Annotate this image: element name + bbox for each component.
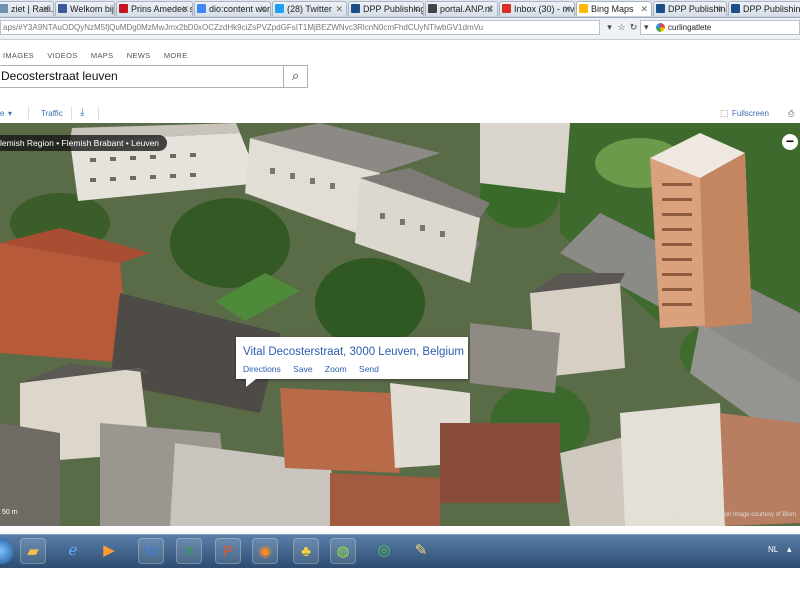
browser-tab-strip: ziet | Radi...✕ Welkom bij Fac... Prins … — [0, 0, 800, 18]
windows-taskbar: ▰ ℯ ▶ W X P ◉ ♣ ◍ ◎ ✎ NL ▴ — [0, 534, 800, 568]
divider — [98, 107, 99, 120]
tab-bing-maps[interactable]: Bing Maps ✕ — [576, 1, 652, 16]
excel-icon[interactable]: X — [176, 538, 202, 564]
firefox-icon[interactable]: ◉ — [252, 538, 278, 564]
word-icon[interactable]: W — [138, 538, 164, 564]
language-indicator[interactable]: NL — [768, 545, 778, 554]
traffic-button[interactable]: Traffic — [41, 109, 63, 118]
close-tab-icon[interactable]: ✕ — [259, 2, 267, 16]
infobox-pointer — [246, 379, 256, 387]
tab-anp-portal[interactable]: portal.ANP.nl ✕ — [425, 1, 498, 16]
tab-dpp-publishing-1[interactable]: DPP Publishing ...✕ — [348, 1, 424, 16]
close-tab-icon[interactable]: ✕ — [640, 2, 648, 16]
bing-icon — [579, 4, 588, 13]
start-button-icon[interactable] — [0, 538, 14, 564]
address-bar: aps/#Y3A9NTAuODQyNzM5fjQuMDg0MzMwJmx2bD0… — [0, 18, 800, 40]
view-dropdown-icon[interactable]: ▾ — [8, 109, 12, 118]
send-link[interactable]: Send — [359, 364, 379, 374]
close-tab-icon[interactable]: ✕ — [42, 2, 50, 16]
divider — [28, 107, 29, 120]
aerial-map[interactable]: lemish Region • Flemish Brabant • Leuven… — [0, 123, 800, 526]
nav-images[interactable]: IMAGES — [3, 51, 34, 60]
map-view-selector[interactable]: e — [0, 109, 4, 118]
download-icon[interactable]: ⤓ — [80, 107, 84, 118]
close-tab-icon[interactable]: ✕ — [335, 2, 343, 16]
paint-icon[interactable]: ✎ — [408, 538, 434, 564]
pin-icon[interactable]: ♣ — [293, 538, 319, 564]
nav-more[interactable]: MORE — [164, 51, 188, 60]
tab-label: (28) Twitter — [287, 4, 332, 14]
divider — [71, 107, 72, 120]
location-infobox: Vital Decosterstraat, 3000 Leuven, Belgi… — [236, 337, 468, 387]
ie-icon[interactable]: ℯ — [60, 538, 86, 564]
map-copyright: © 2012 Microsoft Corporation Image court… — [652, 512, 796, 518]
zoom-link[interactable]: Zoom — [325, 364, 347, 374]
save-link[interactable]: Save — [293, 364, 312, 374]
close-tab-icon[interactable]: ✕ — [181, 2, 189, 16]
tab-twitter[interactable]: (28) Twitter ✕ — [272, 1, 347, 16]
tab-facebook[interactable]: Welkom bij Fac... — [55, 1, 115, 16]
anp-icon — [428, 4, 437, 13]
tab-inbox[interactable]: Inbox (30) - mv... ✕ — [499, 1, 575, 16]
infobox-title[interactable]: Vital Decosterstraat, 3000 Leuven, Belgi… — [243, 346, 464, 358]
close-tab-icon[interactable]: ✕ — [715, 2, 723, 16]
dpp-icon — [656, 4, 665, 13]
bing-nav-links: IMAGES VIDEOS MAPS NEWS MORE — [3, 51, 199, 60]
tab-label: DPP Publishing ... — [743, 4, 800, 14]
close-tab-icon[interactable]: ✕ — [486, 2, 494, 16]
twitter-icon — [275, 4, 284, 13]
tab-dpp-publishing-2[interactable]: DPP Publishing ...✕ — [653, 1, 727, 16]
aerial-imagery — [0, 123, 800, 526]
news-icon — [119, 4, 128, 13]
map-scale: 50 m — [2, 509, 18, 516]
search-icon: ⌕ — [291, 68, 300, 83]
radio-icon — [0, 4, 8, 13]
tab-prins-amedeo[interactable]: Prins Amedeo st...✕ — [116, 1, 193, 16]
gmail-icon — [502, 4, 511, 13]
tab-content-work[interactable]: dio:content work ✕ — [194, 1, 271, 16]
dpp-icon — [731, 4, 740, 13]
tab-label: Bing Maps — [591, 4, 634, 14]
search-button[interactable]: ⌕ — [284, 65, 308, 88]
spotify-icon[interactable]: ◎ — [371, 538, 397, 564]
messenger-icon[interactable]: ◍ — [330, 538, 356, 564]
close-tab-icon[interactable]: ✕ — [563, 2, 571, 16]
tray-arrow-icon[interactable]: ▴ — [787, 544, 797, 556]
reload-icon[interactable]: ↻ — [627, 21, 640, 34]
folder-icon[interactable]: ▰ — [20, 538, 46, 564]
fullscreen-icon[interactable]: ⬚ — [720, 108, 729, 119]
map-toolbar: e ▾ Traffic ⤓ ⬚ Fullscreen ⎙ — [0, 104, 800, 123]
tab-radio[interactable]: ziet | Radi... ✕ — [0, 1, 54, 16]
zoom-out-icon[interactable]: − — [782, 134, 798, 150]
fullscreen-button[interactable]: Fullscreen — [732, 109, 769, 118]
url-field[interactable]: aps/#Y3A9NTAuODQyNzM5fjQuMDg0MzMwJmx2bD0… — [0, 20, 600, 35]
nav-maps[interactable]: MAPS — [91, 51, 113, 60]
dpp-icon — [351, 4, 360, 13]
print-icon[interactable]: ⎙ — [788, 109, 794, 119]
google-search-engine-icon — [656, 23, 665, 32]
facebook-icon — [58, 4, 67, 13]
tab-label: portal.ANP.nl — [440, 4, 492, 14]
powerpoint-icon[interactable]: P — [215, 538, 241, 564]
infobox-actions: Directions Save Zoom Send — [243, 364, 389, 374]
browser-search-field[interactable]: ▾ curlingatlete — [640, 20, 800, 35]
nav-news[interactable]: NEWS — [127, 51, 151, 60]
search-dropdown-icon[interactable]: ▾ — [644, 21, 649, 34]
location-breadcrumb[interactable]: lemish Region • Flemish Brabant • Leuven — [0, 135, 168, 151]
tab-dpp-publishing-3[interactable]: DPP Publishing ... — [728, 1, 800, 16]
directions-link[interactable]: Directions — [243, 364, 281, 374]
media-player-icon[interactable]: ▶ — [96, 538, 122, 564]
tab-label: Welkom bij Fac... — [70, 4, 114, 14]
google-icon — [197, 4, 206, 13]
nav-videos[interactable]: VIDEOS — [47, 51, 77, 60]
browser-search-value: curlingatlete — [668, 23, 712, 32]
map-search-input[interactable]: Decosterstraat leuven — [0, 65, 284, 88]
close-tab-icon[interactable]: ✕ — [412, 2, 420, 16]
